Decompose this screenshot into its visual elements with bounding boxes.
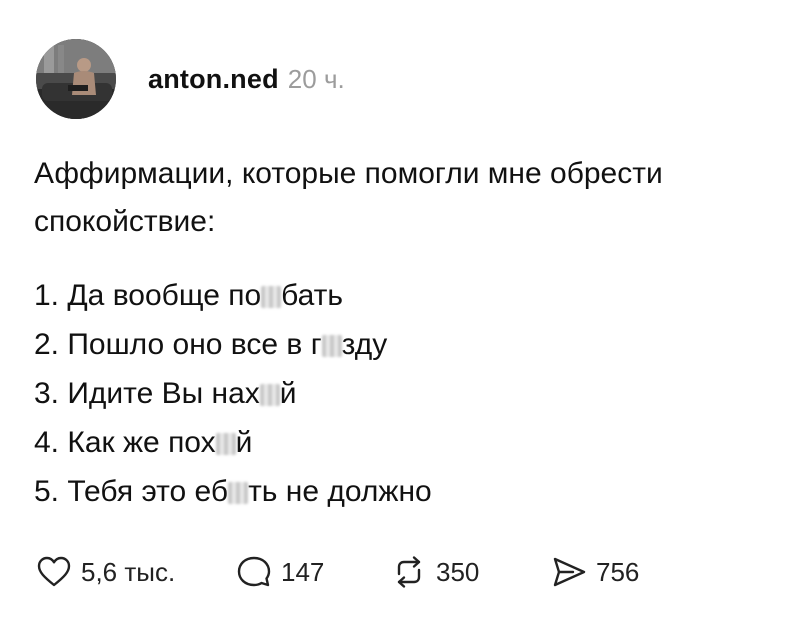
heart-icon xyxy=(37,556,71,587)
avatar[interactable] xyxy=(36,39,116,119)
post-timestamp: 20 ч. xyxy=(287,63,345,94)
censor-blur xyxy=(228,482,249,504)
list-item: 3. Идите Вы нах й xyxy=(34,369,774,418)
share-count: 756 xyxy=(596,556,640,587)
list-item-text: 5. Тебя это еб xyxy=(34,475,229,508)
list-item: 1. Да вообще по бать xyxy=(34,271,774,320)
repost-arrows-icon xyxy=(397,556,421,588)
censor-blur xyxy=(215,433,236,455)
list-item-text: зду xyxy=(341,328,388,361)
post-actions: 5,6 тыс. 147 350 756 xyxy=(36,548,691,596)
affirmation-list: 1. Да вообще по бать 2. Пошло оно все в г… xyxy=(34,271,774,516)
avatar-photo xyxy=(36,39,116,119)
repost-button[interactable]: 350 xyxy=(391,554,551,590)
speech-bubble-icon xyxy=(237,556,271,587)
like-count: 5,6 тыс. xyxy=(81,556,176,587)
list-item: 4. Как же пох й xyxy=(34,418,774,467)
send-arrow-icon xyxy=(553,557,586,587)
comment-button[interactable]: 147 xyxy=(236,554,391,590)
author-username[interactable]: anton.ned xyxy=(148,64,279,95)
comment-count: 147 xyxy=(281,556,325,587)
list-item-text: 2. Пошло оно все в г xyxy=(34,328,322,361)
list-item-text: 1. Да вообще по xyxy=(34,279,262,312)
censor-blur xyxy=(321,335,342,357)
list-item-text: 3. Идите Вы нах xyxy=(34,377,260,410)
list-item-text: бать xyxy=(281,279,344,312)
censor-blur xyxy=(259,384,280,406)
list-item-text: 4. Как же пох xyxy=(34,426,216,459)
post-intro-text: Аффирмации, которые помогли мне обрести … xyxy=(34,157,663,238)
list-item-text: й xyxy=(235,426,253,459)
list-item-text: й xyxy=(279,377,297,410)
like-button[interactable]: 5,6 тыс. xyxy=(36,554,236,590)
list-item: 2. Пошло оно все в г зду xyxy=(34,320,774,369)
censor-blur xyxy=(261,286,282,308)
post-header: anton.ned 20 ч. xyxy=(36,38,345,120)
post: anton.ned 20 ч. Аффирмации, которые помо… xyxy=(0,0,800,627)
share-button[interactable]: 756 xyxy=(551,554,691,590)
repost-count: 350 xyxy=(436,556,480,587)
list-item: 5. Тебя это еб ть не должно xyxy=(34,467,774,516)
list-item-text: ть не должно xyxy=(248,475,432,508)
